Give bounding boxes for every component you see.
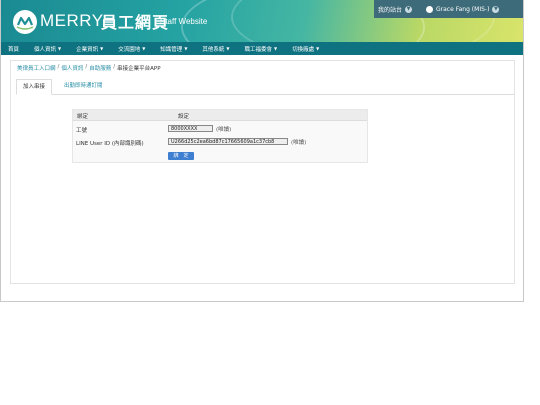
line-user-id-label: LINE User ID (內部識別碼): [76, 141, 144, 147]
nav-knowledge[interactable]: 知識管理 ▼: [153, 45, 195, 53]
breadcrumb-separator: /: [57, 64, 60, 70]
nav-label: 企業資訊: [76, 46, 99, 53]
caret-down-icon: ▼: [184, 46, 188, 51]
column-header-bind: 綁定: [77, 114, 89, 120]
employee-id-field[interactable]: 8000XXXX: [168, 125, 213, 132]
bind-button[interactable]: 綁 定: [168, 152, 194, 160]
caret-down-icon: ▼: [100, 46, 104, 51]
nav-company-info[interactable]: 企業資訊 ▼: [69, 45, 111, 53]
breadcrumb: 美律員工入口網 / 個人資訊 / 自助服務 / 串接企業平台APP: [17, 64, 161, 72]
content-panel: 美律員工入口網 / 個人資訊 / 自助服務 / 串接企業平台APP 加入串接 出…: [10, 60, 515, 284]
nav-welfare[interactable]: 職工福委會 ▼: [237, 45, 285, 53]
breadcrumb-current: 串接企業平台APP: [117, 66, 161, 72]
tab-attendance-subscribe[interactable]: 出勤即時通訂閱: [58, 79, 109, 93]
readonly-note: (唯讀): [291, 140, 307, 146]
page-frame: MERRY 員工網頁 Staff Website 我的站台 ▼ Grace Fa…: [0, 0, 524, 302]
nav-label: 其他系統: [202, 46, 225, 53]
nav-switch-site[interactable]: 切換廠處 ▼: [285, 45, 327, 53]
site-title: 員工網頁: [101, 13, 170, 32]
line-user-id-field[interactable]: U266d25c2ea6bd87c17665609a1c37cb8: [168, 138, 288, 145]
column-header-setting: 設定: [178, 114, 190, 120]
tab-bar: 加入串接 出勤即時通訂閱: [16, 79, 514, 95]
main-nav: 首頁 個人資訊 ▼ 企業資訊 ▼ 交流園地 ▼ 知識管理 ▼ 其他系統 ▼ 職工福委會 ▼ …: [1, 42, 523, 55]
caret-down-icon: ▼: [142, 46, 146, 51]
caret-down-icon: ▼: [274, 46, 278, 51]
form-header: 綁定 設定: [73, 110, 367, 121]
caret-down-icon: ▼: [226, 46, 230, 51]
my-site-label: 我的站台: [378, 6, 403, 14]
nav-home[interactable]: 首頁: [1, 45, 27, 53]
user-menu[interactable]: Grace Fang (MIS-) ▼: [416, 5, 500, 13]
avatar: [426, 5, 434, 13]
nav-label: 職工福委會: [244, 46, 272, 53]
readonly-note: (唯讀): [216, 127, 232, 133]
binding-form: 綁定 設定 工號 8000XXXX (唯讀) LINE User ID (內部識…: [72, 109, 368, 163]
caret-down-icon: ▼: [316, 46, 320, 51]
nav-label: 切換廠處: [292, 46, 315, 53]
chevron-down-icon: ▼: [492, 5, 500, 13]
breadcrumb-link-personal[interactable]: 個人資訊: [61, 64, 83, 72]
nav-label: 知識管理: [160, 46, 183, 53]
nav-community[interactable]: 交流園地 ▼: [111, 45, 153, 53]
nav-label: 首頁: [8, 46, 20, 53]
my-site-menu[interactable]: 我的站台 ▼: [378, 5, 413, 14]
nav-label: 個人資訊: [34, 46, 57, 53]
tab-join[interactable]: 加入串接: [16, 79, 53, 95]
nav-personal-info[interactable]: 個人資訊 ▼: [27, 45, 69, 53]
user-name: Grace Fang (MIS-): [436, 5, 490, 13]
merry-logo-icon[interactable]: [13, 10, 37, 34]
employee-id-label: 工號: [76, 128, 88, 134]
breadcrumb-separator: /: [113, 64, 116, 70]
nav-label: 交流園地: [118, 46, 141, 53]
caret-down-icon: ▼: [58, 46, 62, 51]
logo-mark: [16, 16, 34, 30]
breadcrumb-link-self-service[interactable]: 自助服務: [89, 64, 111, 72]
brand-name: MERRY: [40, 11, 104, 30]
breadcrumb-link-portal[interactable]: 美律員工入口網: [17, 64, 56, 72]
breadcrumb-separator: /: [85, 64, 88, 70]
user-bar: 我的站台 ▼ Grace Fang (MIS-) ▼: [374, 0, 523, 18]
site-header: MERRY 員工網頁 Staff Website 我的站台 ▼ Grace Fa…: [1, 0, 523, 42]
site-subtitle: Staff Website: [160, 17, 208, 26]
chevron-down-icon: ▼: [405, 5, 413, 13]
nav-other-systems[interactable]: 其他系統 ▼: [195, 45, 237, 53]
